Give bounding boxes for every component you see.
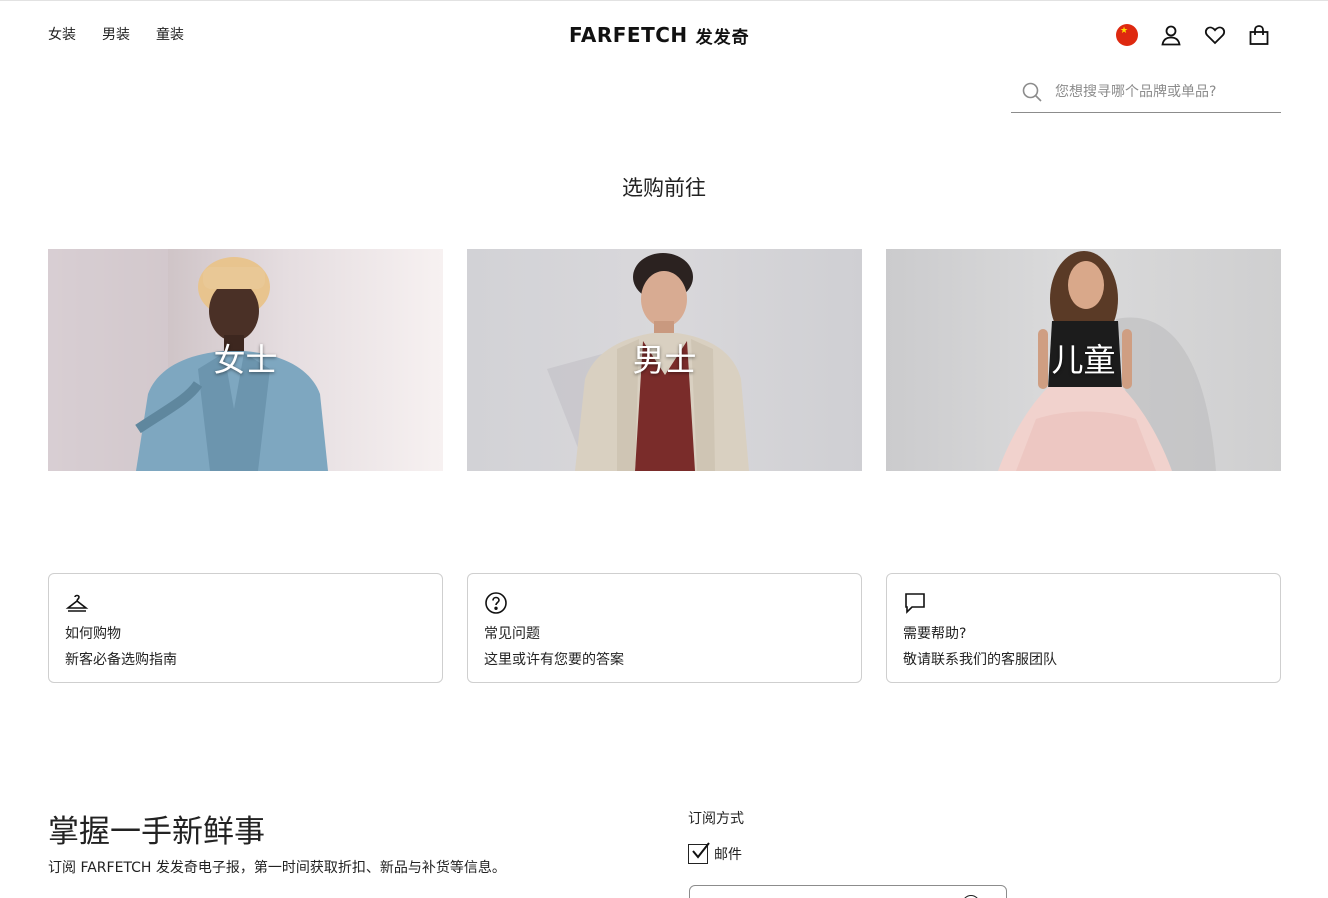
category-card-women[interactable]: 女士 — [48, 249, 443, 471]
checkbox-icon — [688, 842, 710, 864]
logo-latin: FARFETCH — [569, 23, 688, 47]
top-border — [0, 0, 1328, 1]
account-icon — [1161, 25, 1181, 46]
nav-kids[interactable]: 童装 — [156, 24, 184, 44]
email-option-checkbox[interactable]: 邮件 — [688, 842, 742, 864]
farfetch-logo[interactable]: FARFETCH 发发奇 — [569, 22, 750, 48]
shopping-bag-button[interactable] — [1246, 22, 1272, 48]
help-card-how-to-shop[interactable]: 如何购物 新客必备选购指南 — [48, 573, 443, 683]
category-card-kids[interactable]: 儿童 — [886, 249, 1281, 471]
help-card-title: 如何购物 — [65, 626, 121, 642]
search-bar — [1011, 72, 1281, 113]
wishlist-button[interactable] — [1202, 22, 1228, 48]
shop-section-title: 选购前往 — [622, 176, 706, 200]
category-card-men[interactable]: 男士 — [467, 249, 862, 471]
help-card-need-help[interactable]: 需要帮助? 敬请联系我们的客服团队 — [886, 573, 1281, 683]
search-icon[interactable] — [1021, 81, 1043, 103]
nav-women[interactable]: 女装 — [48, 24, 76, 44]
subscribe-method-label: 订阅方式 — [688, 811, 744, 827]
nav-men[interactable]: 男装 — [102, 24, 130, 44]
help-card-title: 需要帮助? — [903, 626, 967, 642]
search-input[interactable] — [1055, 84, 1265, 100]
category-label-women: 女士 — [213, 341, 278, 379]
help-card-title: 常见问题 — [484, 626, 540, 642]
chat-bubble-icon — [905, 593, 925, 614]
help-card-subtitle: 这里或许有您要的答案 — [484, 652, 624, 668]
china-flag-icon — [1116, 24, 1138, 46]
newsletter-description: 订阅 FARFETCH 发发奇电子报，第一时间获取折扣、新品与补货等信息。 — [48, 860, 506, 876]
account-button[interactable] — [1158, 22, 1184, 48]
category-label-kids: 儿童 — [1051, 341, 1116, 379]
help-card-faq[interactable]: 常见问题 这里或许有您要的答案 — [467, 573, 862, 683]
wishlist-heart-icon — [1204, 26, 1226, 45]
country-selector-button[interactable] — [1114, 22, 1140, 48]
help-card-subtitle: 敬请联系我们的客服团队 — [903, 652, 1057, 668]
gender-nav: 女装 男装 童装 — [48, 24, 184, 44]
category-label-men: 男士 — [632, 341, 697, 379]
question-circle-icon — [485, 592, 507, 614]
newsletter-title: 掌握一手新鲜事 — [48, 814, 265, 850]
help-card-subtitle: 新客必备选购指南 — [65, 652, 177, 668]
shopping-bag-icon — [1249, 25, 1269, 45]
header-icons — [1114, 22, 1272, 48]
hanger-icon — [65, 594, 89, 612]
email-option-label: 邮件 — [714, 847, 742, 863]
logo-cjk: 发发奇 — [695, 27, 750, 48]
email-input[interactable] — [689, 885, 1007, 898]
